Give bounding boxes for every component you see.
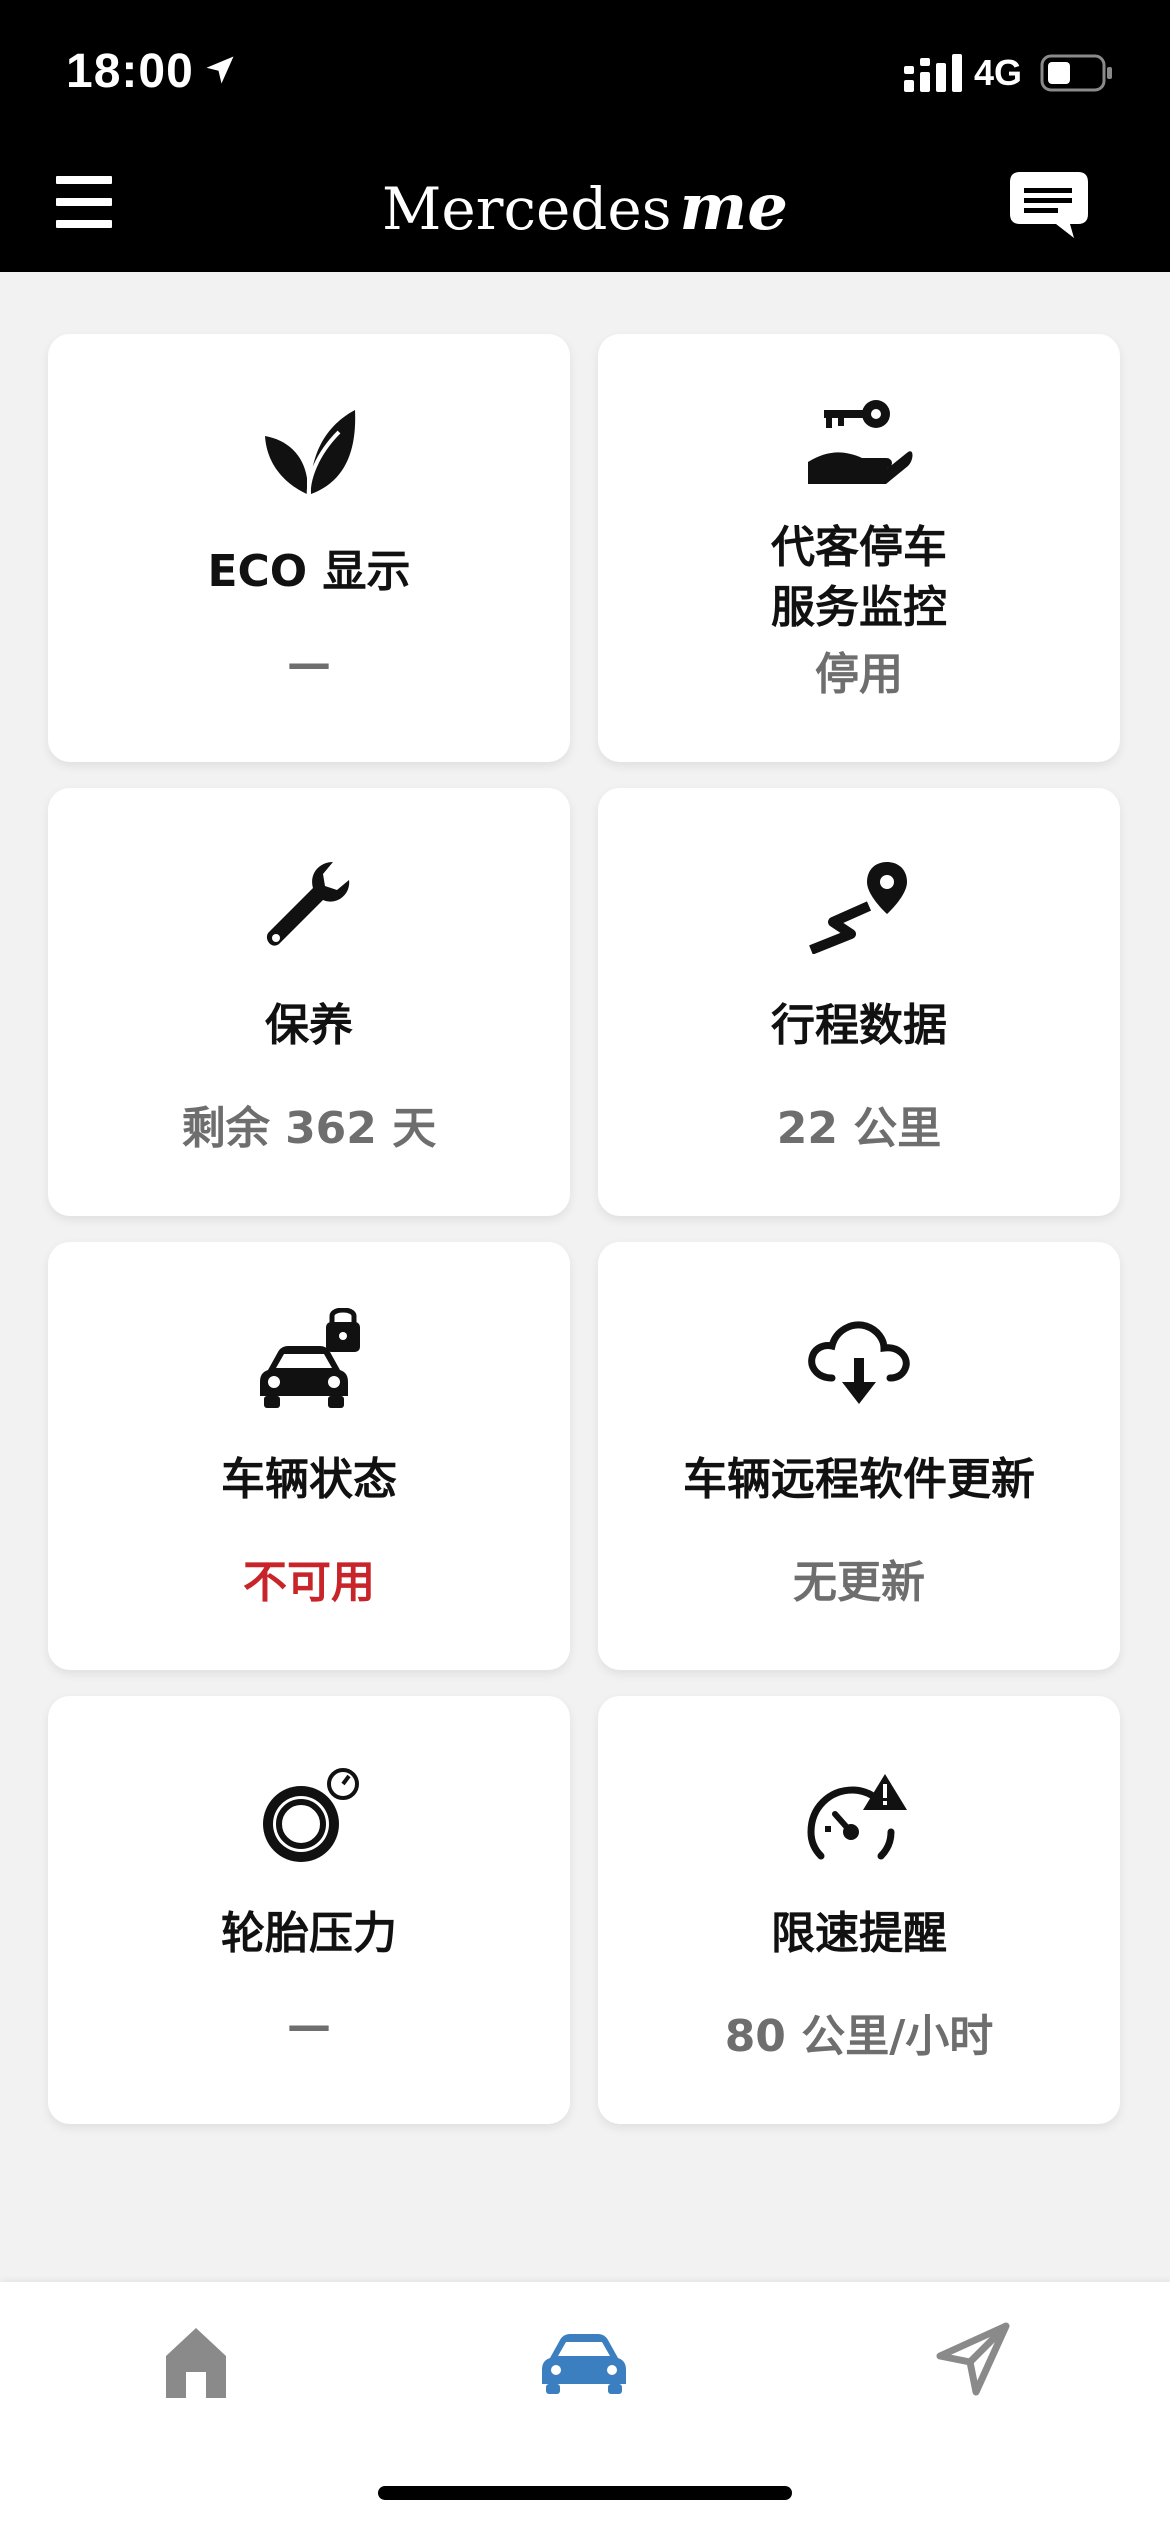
tile-title: 车辆远程软件更新 xyxy=(683,1454,1035,1505)
tile-title: 保养 xyxy=(265,1000,353,1051)
tile-remote-software-update[interactable]: 车辆远程软件更新 无更新 xyxy=(598,1242,1120,1670)
signal-icon xyxy=(904,54,962,92)
navigation-arrow-icon[interactable] xyxy=(936,2322,1010,2396)
tile-value: 80 公里/小时 xyxy=(724,2011,994,2062)
tile-vehicle-status[interactable]: 车辆状态 不可用 xyxy=(48,1242,570,1670)
speed-warning-icon xyxy=(807,1774,907,1860)
brand-logo: Mercedes me xyxy=(0,170,1170,245)
home-indicator xyxy=(378,2486,792,2500)
tile-title: 代客停车 服务监控 xyxy=(598,518,1120,638)
brand-me: me xyxy=(679,170,788,245)
leaf-icon xyxy=(265,410,356,499)
tile-title: 轮胎压力 xyxy=(221,1908,397,1959)
status-time: 18:00 xyxy=(66,45,194,98)
tile-title-line: 服务监控 xyxy=(771,582,947,633)
tire-pressure-icon xyxy=(263,1768,359,1862)
car-icon[interactable] xyxy=(538,2330,630,2394)
tile-speed-alert[interactable]: 限速提醒 80 公里/小时 xyxy=(598,1696,1120,2124)
tile-valet-monitor[interactable]: 代客停车 服务监控 停用 xyxy=(598,334,1120,762)
tile-title: 行程数据 xyxy=(771,1000,947,1051)
valet-key-icon xyxy=(808,400,913,484)
tile-value: — xyxy=(287,638,331,689)
tile-value: 不可用 xyxy=(243,1557,375,1608)
tile-title: 限速提醒 xyxy=(771,1908,947,1959)
top-bar: 18:00 4G Mercedes me xyxy=(0,0,1170,272)
brand-main: Mercedes xyxy=(382,175,672,243)
chat-icon[interactable] xyxy=(1008,170,1090,242)
tile-title: 车辆状态 xyxy=(221,1454,397,1505)
network-type: 4G xyxy=(974,52,1023,93)
tile-eco-display[interactable]: ECO 显示 — xyxy=(48,334,570,762)
tile-trip-data[interactable]: 行程数据 22 公里 xyxy=(598,788,1120,1216)
wrench-icon xyxy=(266,862,350,946)
tile-tire-pressure[interactable]: 轮胎压力 — xyxy=(48,1696,570,2124)
tile-maintenance[interactable]: 保养 剩余 362 天 xyxy=(48,788,570,1216)
tile-value: — xyxy=(287,2000,331,2051)
battery-icon xyxy=(1040,54,1112,92)
tile-title-line: 代客停车 xyxy=(771,522,947,573)
tile-value: 无更新 xyxy=(793,1557,925,1608)
route-icon xyxy=(809,862,907,954)
tile-title: ECO 显示 xyxy=(207,546,411,597)
car-lock-icon xyxy=(260,1308,360,1408)
tile-value: 22 公里 xyxy=(776,1103,942,1154)
tile-value: 剩余 362 天 xyxy=(181,1103,437,1154)
location-arrow-icon xyxy=(206,56,234,84)
tile-value: 停用 xyxy=(815,649,903,700)
cloud-download-icon xyxy=(808,1321,910,1404)
home-icon[interactable] xyxy=(160,2324,232,2402)
